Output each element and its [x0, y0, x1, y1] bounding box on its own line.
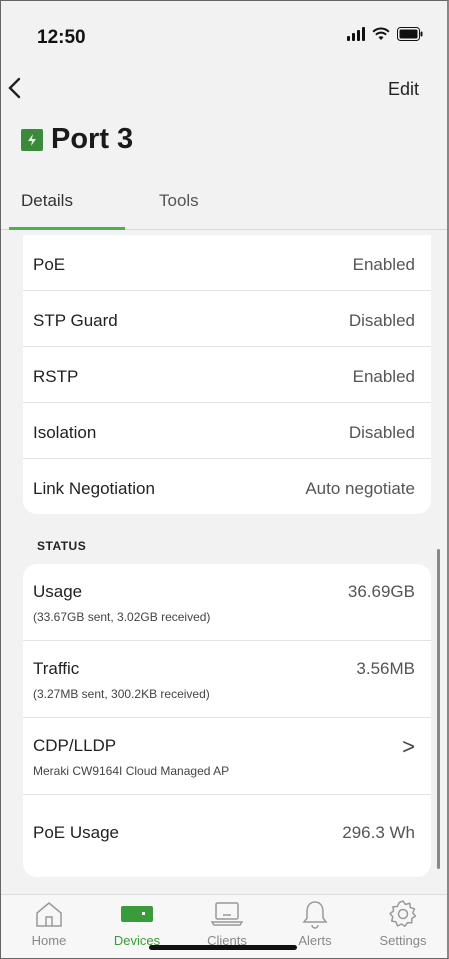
status-label: Traffic [33, 659, 80, 678]
setting-row-stp-guard[interactable]: STP Guard Disabled [23, 291, 431, 347]
setting-value: Auto negotiate [305, 479, 415, 498]
status-row-traffic[interactable]: Traffic 3.56MB (3.27MB sent, 300.2KB rec… [23, 641, 431, 718]
bell-icon [275, 899, 355, 929]
port-settings-card: PoE Enabled STP Guard Disabled RSTP Enab… [23, 235, 431, 514]
home-icon [9, 899, 89, 929]
active-tab-indicator [9, 227, 125, 230]
status-row-poe-usage[interactable]: PoE Usage 296.3 Wh [23, 795, 431, 877]
setting-label: Link Negotiation [33, 479, 155, 498]
port-icon [21, 128, 43, 151]
devices-icon [97, 899, 177, 929]
setting-value: Enabled [352, 255, 415, 274]
edit-button[interactable]: Edit [388, 79, 419, 100]
gear-icon [363, 899, 443, 929]
tab-bar-label: Settings [379, 933, 427, 948]
tab-strip: Details Tools [1, 185, 447, 231]
setting-row-link-negotiation[interactable]: Link Negotiation Auto negotiate [23, 459, 431, 514]
app-screen: 12:50 Edit Port 3 Details Tools PoE Enab… [0, 0, 449, 959]
status-section-heading: STATUS [37, 539, 87, 553]
status-value: 36.69GB [347, 582, 415, 601]
setting-label: Isolation [33, 423, 97, 442]
tab-bar-settings[interactable]: Settings [363, 899, 443, 948]
status-label: CDP/LLDP [33, 736, 117, 755]
cellular-signal-icon [347, 27, 365, 41]
clock: 12:50 [37, 27, 86, 48]
scrollbar[interactable] [437, 549, 440, 869]
status-detail: (3.27MB sent, 300.2KB received) [33, 687, 210, 701]
battery-icon [397, 27, 423, 41]
setting-row-poe[interactable]: PoE Enabled [23, 235, 431, 291]
tab-bar-devices[interactable]: Devices [97, 899, 177, 948]
tab-bar-home[interactable]: Home [9, 899, 89, 948]
setting-value: Disabled [348, 311, 415, 330]
setting-value: Enabled [352, 367, 415, 386]
wifi-icon [372, 27, 390, 40]
status-value: 296.3 Wh [342, 823, 415, 842]
tab-details[interactable]: Details [21, 191, 73, 211]
setting-label: RSTP [33, 367, 79, 386]
status-detail: (33.67GB sent, 3.02GB received) [33, 610, 211, 624]
home-indicator[interactable] [149, 945, 297, 950]
chevron-right-icon: > [402, 734, 415, 759]
status-icons [347, 27, 423, 41]
setting-row-isolation[interactable]: Isolation Disabled [23, 403, 431, 459]
status-card: Usage 36.69GB (33.67GB sent, 3.02GB rece… [23, 564, 431, 877]
tab-tools[interactable]: Tools [159, 191, 199, 211]
back-button[interactable] [7, 73, 35, 107]
tab-bar-label: Alerts [298, 933, 332, 948]
setting-label: PoE [33, 255, 66, 274]
laptop-icon [187, 899, 267, 929]
chevron-left-icon [8, 77, 21, 99]
status-bar: 12:50 [1, 1, 447, 65]
setting-label: STP Guard [33, 311, 118, 330]
status-label: PoE Usage [33, 823, 119, 842]
status-row-usage[interactable]: Usage 36.69GB (33.67GB sent, 3.02GB rece… [23, 564, 431, 641]
status-value: 3.56MB [356, 659, 415, 678]
status-detail: Meraki CW9164I Cloud Managed AP [33, 764, 230, 778]
tab-bar-clients[interactable]: Clients [187, 899, 267, 948]
status-row-cdp-lldp[interactable]: CDP/LLDP > Meraki CW9164I Cloud Managed … [23, 718, 431, 795]
tab-bar-alerts[interactable]: Alerts [275, 899, 355, 948]
status-label: Usage [33, 582, 83, 601]
setting-value: Disabled [348, 423, 415, 442]
page-header: Edit Port 3 Details Tools [1, 65, 447, 235]
title-row: Port 3 [21, 123, 133, 156]
setting-row-rstp[interactable]: RSTP Enabled [23, 347, 431, 403]
tab-bar-label: Home [31, 933, 67, 948]
page-title: Port 3 [51, 123, 134, 155]
